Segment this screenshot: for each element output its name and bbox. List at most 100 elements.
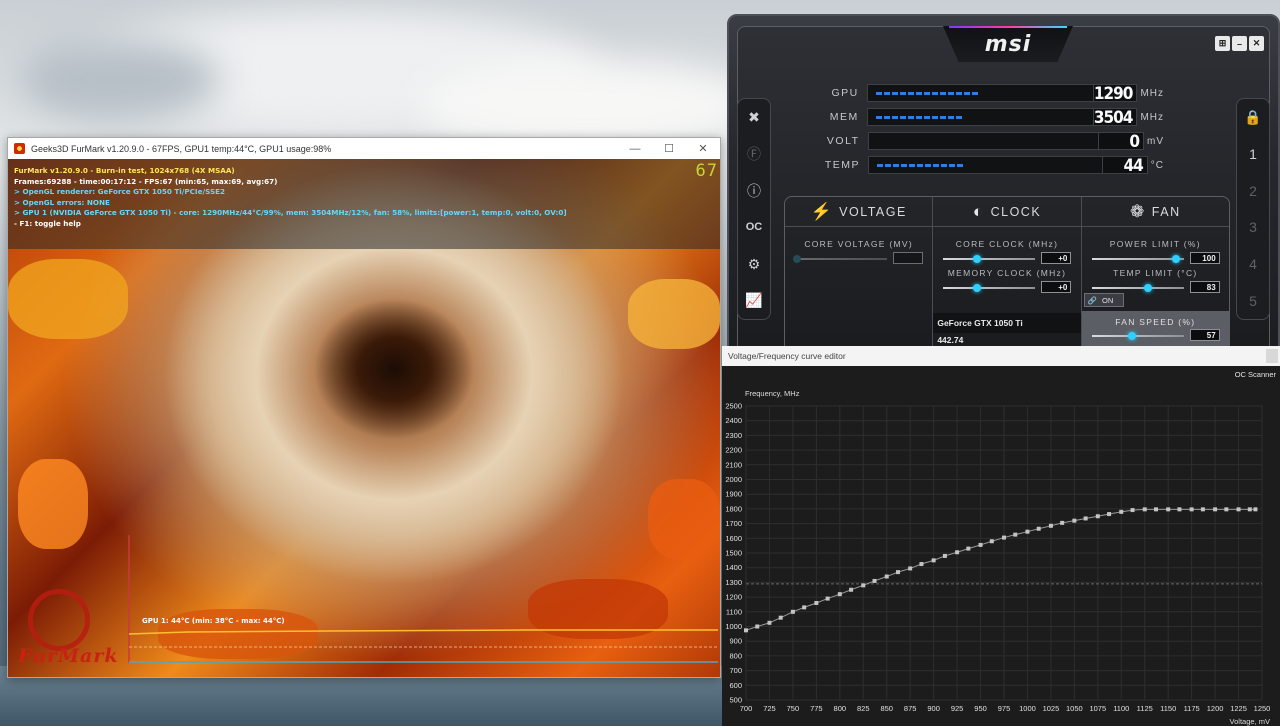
profile-2[interactable]: 2 [1237, 172, 1269, 209]
vf-curve-point[interactable] [790, 609, 795, 614]
settings-gear-icon[interactable]: ⚙ [738, 246, 770, 283]
monitor-value: 44 [1102, 156, 1148, 175]
profile-3[interactable]: 3 [1237, 209, 1269, 246]
vf-curve-point[interactable] [1130, 508, 1135, 513]
vf-curve-point[interactable] [1083, 516, 1088, 521]
core-voltage-value[interactable] [893, 252, 923, 264]
vf-curve-point[interactable] [1048, 523, 1053, 528]
slider-knob[interactable] [1143, 284, 1152, 292]
vf-curve-point[interactable] [1095, 514, 1100, 519]
oc-scanner-icon[interactable]: OC [738, 209, 770, 246]
x-tick-label: 925 [951, 704, 964, 713]
temp-limit-slider[interactable] [1091, 284, 1184, 292]
vf-curve-point[interactable] [895, 570, 900, 575]
fan-panel: ❁ FAN POWER LIMIT (%) 100 TEMP LIMIT (°C… [1081, 197, 1229, 349]
vf-curve-point[interactable] [1189, 507, 1194, 512]
memory-clock-monitor: MEM 3504 MHz [819, 107, 1164, 127]
vf-curve-point[interactable] [1119, 509, 1124, 514]
vf-curve-point[interactable] [978, 542, 983, 547]
slider-knob[interactable] [793, 255, 801, 263]
close-icon[interactable]: ✕ [686, 138, 720, 159]
vf-curve-point[interactable] [1153, 507, 1158, 512]
link-toggle-label: ON [1102, 295, 1114, 305]
profile-5[interactable]: 5 [1237, 282, 1269, 319]
minimize-icon[interactable]: – [1232, 36, 1247, 51]
monitor-label: VOLT [826, 135, 860, 147]
vf-curve-point[interactable] [1072, 518, 1077, 523]
memory-clock-slider[interactable] [943, 284, 1036, 292]
afterburner-control-panels: ⚡ VOLTAGE CORE VOLTAGE (MV) ◐ CLOCK CORE… [784, 196, 1230, 349]
vf-curve-point[interactable] [1177, 507, 1182, 512]
lock-icon[interactable]: 🔒 [1237, 99, 1269, 136]
power-limit-value[interactable]: 100 [1189, 252, 1220, 264]
vf-editor-titlebar[interactable]: Voltage/Frequency curve editor [722, 346, 1280, 366]
windows-icon[interactable]: ⊞ [1215, 36, 1230, 51]
vf-curve-point[interactable] [1036, 526, 1041, 531]
link-toggle[interactable]: 🔗 ON [1083, 293, 1124, 307]
fan-speed-value[interactable]: 57 [1189, 329, 1220, 341]
temp-limit-value[interactable]: 83 [1189, 281, 1220, 293]
vf-curve-point[interactable] [1236, 507, 1241, 512]
core-clock-slider[interactable] [943, 255, 1036, 263]
vf-curve-point[interactable] [1247, 507, 1252, 512]
vf-curve-point[interactable] [919, 562, 924, 567]
core-clock-value[interactable]: +0 [1041, 252, 1072, 264]
slider-knob[interactable] [1171, 255, 1180, 263]
vf-curve-point[interactable] [908, 566, 913, 571]
vf-curve-point[interactable] [955, 550, 960, 555]
profile-4[interactable]: 4 [1237, 246, 1269, 283]
vf-curve-point[interactable] [1025, 529, 1030, 534]
slider-knob[interactable] [1127, 332, 1136, 340]
vf-curve-point[interactable] [942, 553, 947, 558]
vf-curve-point[interactable] [1224, 507, 1229, 512]
vf-curve-point[interactable] [802, 605, 807, 610]
vf-curve-point[interactable] [966, 546, 971, 551]
oc-scanner-button[interactable]: OC Scanner [1235, 370, 1276, 379]
afterburner-window[interactable]: msi ⊞ – ✕ ✖ Ⓕ ⓘ OC ⚙ 📈 🔒 1 2 3 4 5 GPU 1… [727, 14, 1280, 360]
osd-frames: Frames:69288 - time:00:17:12 - FPS:67 (m… [14, 176, 278, 186]
minimize-icon[interactable]: — [618, 138, 652, 159]
profile-1[interactable]: 1 [1237, 136, 1269, 173]
vf-curve-point[interactable] [1253, 507, 1258, 512]
vf-curve-point[interactable] [778, 615, 783, 620]
core-voltage-slider[interactable] [793, 255, 887, 263]
vf-curve-point[interactable] [1142, 507, 1147, 512]
afterburner-logo-icon[interactable]: ✖ [738, 99, 770, 136]
vf-curve-point[interactable] [1166, 507, 1171, 512]
furmark-window[interactable]: Geeks3D FurMark v1.20.9.0 - 67FPS, GPU1 … [7, 137, 721, 678]
slider-knob[interactable] [973, 255, 982, 263]
vf-curve-point[interactable] [767, 620, 772, 625]
vf-curve-chart[interactable]: 5006007008009001000110012001300140015001… [722, 396, 1280, 716]
vf-curve-point[interactable] [849, 587, 854, 592]
vf-curve-point[interactable] [1013, 532, 1018, 537]
vf-curve-point[interactable] [861, 583, 866, 588]
vf-curve-point[interactable] [1107, 512, 1112, 517]
vf-curve-point[interactable] [814, 600, 819, 605]
maximize-icon[interactable]: ☐ [652, 138, 686, 159]
vf-curve-point[interactable] [825, 596, 830, 601]
vf-curve-point[interactable] [931, 558, 936, 563]
x-tick-label: 800 [834, 704, 847, 713]
vf-curve-point[interactable] [1002, 535, 1006, 540]
vf-curve-point[interactable] [755, 624, 760, 629]
close-icon[interactable] [1266, 349, 1278, 363]
close-icon[interactable]: ✕ [1249, 36, 1264, 51]
vf-curve-point[interactable] [884, 574, 889, 579]
vf-curve-point[interactable] [872, 578, 877, 583]
fan-speed-slider[interactable] [1091, 332, 1184, 340]
slider-knob[interactable] [973, 284, 982, 292]
kombustor-icon[interactable]: Ⓕ [738, 136, 770, 173]
monitoring-icon[interactable]: 📈 [738, 282, 770, 319]
info-icon[interactable]: ⓘ [738, 172, 770, 209]
voltage-panel-title: VOLTAGE [839, 204, 907, 219]
vf-curve-point[interactable] [1200, 507, 1205, 512]
vf-curve-point[interactable] [1060, 520, 1065, 525]
vf-curve-point[interactable] [989, 539, 994, 544]
vf-curve-point[interactable] [1213, 507, 1218, 512]
vf-curve-point[interactable] [837, 592, 842, 597]
vf-curve-point[interactable] [744, 628, 748, 633]
power-limit-slider[interactable] [1091, 255, 1184, 263]
furmark-titlebar[interactable]: Geeks3D FurMark v1.20.9.0 - 67FPS, GPU1 … [8, 138, 720, 159]
vf-curve-editor-window[interactable]: Voltage/Frequency curve editor OC Scanne… [722, 346, 1280, 726]
memory-clock-value[interactable]: +0 [1041, 281, 1072, 293]
